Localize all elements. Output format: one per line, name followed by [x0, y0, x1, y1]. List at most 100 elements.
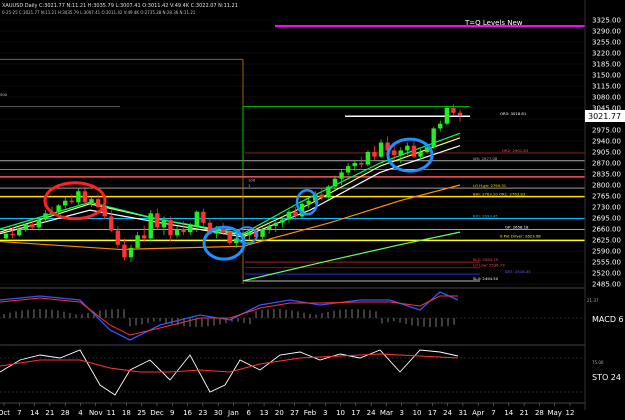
price-tick-label: 3290.00: [592, 28, 621, 36]
price-tick-label: 2660.00: [592, 226, 621, 234]
date-tick-label: 28: [61, 409, 70, 417]
candle-body: [438, 123, 443, 129]
date-tick-label: 9: [170, 409, 174, 417]
date-tick-label: Feb: [304, 409, 317, 417]
candle-body: [392, 150, 397, 156]
level-label: 0 Pvt Driver: 2623.98: [500, 233, 541, 238]
candle-body: [372, 152, 377, 157]
date-tick-label: 24: [367, 409, 376, 417]
date-tick-label: 7: [491, 409, 495, 417]
candle-body: [174, 229, 180, 236]
date-tick-label: 21: [45, 409, 54, 417]
level-label: BHI: 2763.10 OR1: 2763.83: [473, 192, 526, 197]
chart-header-line1: XAUUSD Daily C:3021.77 N:11.21 H:3035.79…: [2, 3, 238, 9]
candle-body: [411, 145, 417, 157]
candle-body: [135, 235, 140, 248]
chart-header-line2: 0-25-25 C:3021.77 N:11.21 H:3035.79 L:30…: [2, 10, 196, 15]
date-tick-label: 23: [198, 409, 207, 417]
date-tick-label: 7: [17, 409, 21, 417]
level-label: OR2: 2901.83: [502, 148, 529, 153]
candle-body: [378, 142, 384, 157]
candle-body: [76, 191, 81, 203]
candle-body: [188, 225, 193, 233]
price-tick-label: 2590.00: [592, 248, 621, 256]
price-tick-label: 2940.00: [592, 138, 621, 146]
date-tick-label: 21: [520, 409, 529, 417]
date-tick-label: 3: [323, 409, 327, 417]
overlay-title: T=Q Levels New: [464, 19, 523, 27]
candle-body: [63, 200, 68, 206]
date-tick-label: 11: [107, 409, 116, 417]
date-tick-label: 10: [336, 409, 345, 417]
date-tick-label: 16: [183, 409, 192, 417]
date-tick-label: Apr: [472, 409, 484, 417]
candle-body: [359, 163, 364, 165]
candle-body: [319, 194, 325, 198]
candle-body: [326, 186, 331, 198]
date-tick-label: 25: [137, 409, 146, 417]
price-tick-label: 2835.00: [592, 171, 621, 179]
level-label: LO Low: 2536.73: [473, 262, 505, 267]
date-tick-label: 3: [399, 409, 403, 417]
date-tick-label: May: [547, 409, 561, 417]
candle-body: [457, 112, 463, 116]
price-tick-label: 2695.00: [592, 215, 621, 223]
candle-body: [56, 205, 61, 212]
date-tick-label: 24: [443, 409, 452, 417]
level-label: LO H.gh: 2790.31: [473, 183, 507, 188]
sto-value: 75.00: [592, 360, 604, 365]
candle-body: [201, 211, 206, 223]
date-tick-label: 18: [122, 409, 131, 417]
price-tick-label: 3115.00: [592, 83, 621, 91]
price-tick-label: 3150.00: [592, 72, 621, 80]
date-tick-label: 17: [351, 409, 360, 417]
candle-body: [16, 229, 22, 236]
candle-body: [227, 232, 232, 244]
level-label: SR7: 2516.35: [505, 269, 531, 274]
candle-body: [194, 211, 200, 226]
candle-body: [43, 213, 48, 220]
candle-body: [122, 244, 127, 258]
price-tick-label: 2765.00: [592, 193, 621, 201]
candle-body: [405, 145, 410, 151]
candle-body: [181, 229, 186, 233]
price-tick-label: 3255.00: [592, 39, 621, 47]
candle-body: [82, 191, 88, 203]
price-tick-label: 2870.00: [592, 160, 621, 168]
candle-body: [339, 172, 344, 179]
candle-body: [247, 232, 252, 236]
candle-body: [95, 199, 101, 207]
candle-body: [398, 150, 403, 156]
price-tick-label: 2975.00: [592, 127, 621, 135]
date-tick-label: Dec: [150, 409, 164, 417]
date-tick-label: 30: [214, 409, 223, 417]
price-tick-label: 2520.00: [592, 270, 621, 278]
candle-body: [345, 166, 351, 173]
candle-body: [444, 108, 450, 124]
price-tick-label: 2485.00: [592, 281, 621, 289]
date-tick-label: 27: [290, 409, 299, 417]
candle-body: [30, 224, 35, 228]
level-label: OP: 2658.18: [505, 225, 529, 230]
date-tick-label: 12: [566, 409, 575, 417]
candle-body: [273, 222, 278, 226]
current-price-label: 3021.77: [588, 112, 621, 121]
date-tick-label: 17: [428, 409, 437, 417]
candle-body: [36, 219, 42, 228]
level-label: 100: [248, 177, 256, 182]
candle-body: [128, 247, 134, 258]
date-tick-label: Nov: [89, 409, 103, 417]
candle-body: [168, 219, 173, 236]
chart-canvas[interactable]: 3325.00 3290.00 3255.00 3220.00 3185.00 3150.…: [0, 0, 625, 420]
candle-body: [418, 152, 423, 157]
level-label: SL4: 2494.50: [473, 276, 499, 281]
date-tick-label: 4: [78, 409, 83, 417]
level-label: SL2: 2554.75: [473, 257, 499, 262]
date-tick-label: Mar: [380, 409, 393, 417]
candle-body: [260, 229, 265, 237]
date-tick-label: 14: [504, 409, 513, 417]
candle-body: [10, 233, 15, 236]
date-tick-label: 20: [275, 409, 284, 417]
date-tick-label: 10: [413, 409, 422, 417]
candle-body: [89, 199, 94, 203]
